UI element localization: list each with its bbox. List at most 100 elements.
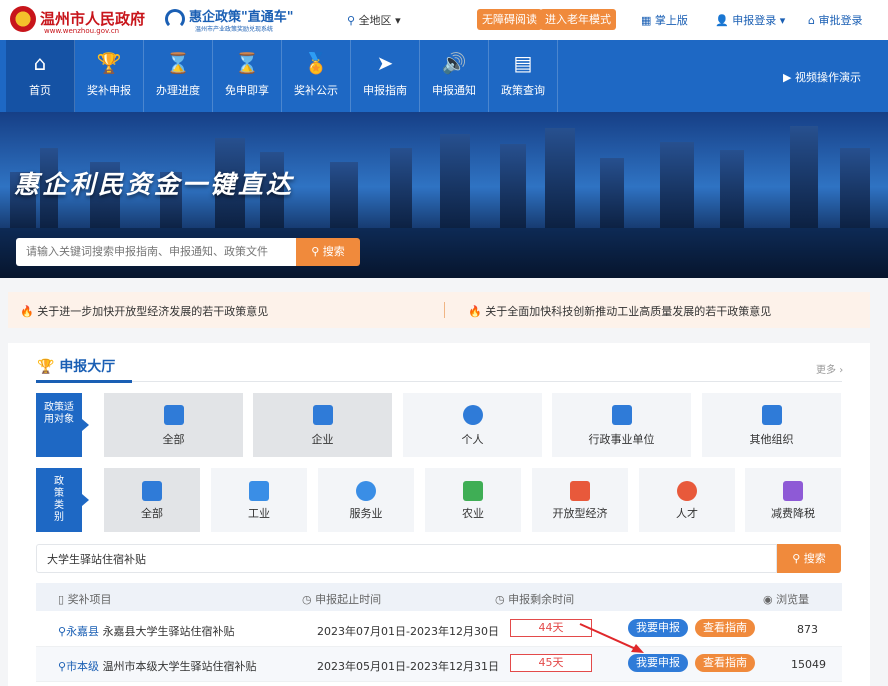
type-tile-open-economy[interactable]: 开放型经济	[532, 468, 628, 532]
brand-mark-icon	[165, 9, 185, 29]
video-demo-link[interactable]: ▶ 视频操作演示	[783, 69, 861, 85]
person-icon	[462, 405, 483, 425]
hall-title: 🏆 申报大厅	[37, 356, 115, 376]
notice-text: 关于进一步加快开放型经济发展的若干政策意见	[37, 305, 269, 318]
tile-label: 行政事业单位	[588, 433, 655, 446]
table-row[interactable]: ⚲市本级 温州市本级大学生驿站住宿补贴 2023年05月01日-2023年12月…	[36, 647, 842, 682]
eye-icon: ◉	[763, 593, 773, 606]
banner-search-button[interactable]: ⚲ 搜索	[296, 238, 360, 266]
column-label: 申报起止时间	[315, 593, 382, 606]
scope-tile-other[interactable]: 其他组织	[702, 393, 841, 457]
keyword-search-button[interactable]: ⚲ 搜索	[777, 544, 841, 573]
accessible-reading-button[interactable]: 无障碍阅读	[477, 9, 542, 30]
type-tile-agriculture[interactable]: 农业	[425, 468, 521, 532]
notice-bar: 🔥 关于进一步加快开放型经济发展的若干政策意见 🔥 关于全面加快科技创新推动工业…	[8, 292, 870, 328]
view-guide-button[interactable]: 查看指南	[695, 619, 755, 637]
column-header-views: ◉ 浏览量	[763, 591, 809, 607]
nav-label: 奖补公示	[294, 84, 338, 97]
search-icon: ⚲	[792, 552, 801, 565]
skyline-building	[840, 148, 870, 232]
more-link[interactable]: 更多 ›	[816, 361, 843, 376]
document-icon: ▤	[513, 51, 533, 75]
nav-item-progress[interactable]: ⌛ 办理进度	[144, 40, 213, 112]
tile-label: 其他组织	[749, 433, 794, 446]
login-menu[interactable]: 👤 申报登录 ▾	[715, 12, 785, 28]
nav-label: 办理进度	[156, 84, 200, 97]
project-name: 温州市本级大学生驿站住宿补贴	[102, 660, 257, 673]
nav-label: 申报指南	[363, 84, 407, 97]
building-icon	[312, 405, 333, 425]
hourglass-icon: ⌛	[165, 51, 191, 75]
type-tile-industry[interactable]: 工业	[211, 468, 307, 532]
region-tag: 永嘉县	[66, 625, 100, 638]
divider	[444, 302, 445, 318]
scope-tile-enterprise[interactable]: 企业	[253, 393, 392, 457]
project-cell[interactable]: ⚲永嘉县 永嘉县大学生驿站住宿补贴	[58, 623, 235, 639]
tile-label: 工业	[248, 507, 270, 520]
skyline-building	[790, 126, 818, 232]
period-cell: 2023年05月01日-2023年12月31日	[317, 660, 499, 673]
mobile-version-link[interactable]: ▦ 掌上版	[641, 12, 688, 28]
project-cell[interactable]: ⚲市本级 温州市本级大学生驿站住宿补贴	[58, 658, 257, 674]
clock-icon: ◷	[495, 593, 505, 606]
location-pin-icon: ⚲	[58, 625, 67, 638]
type-tile-service[interactable]: 服务业	[318, 468, 414, 532]
location-pin-icon: ⚲	[347, 14, 356, 27]
qr-code-icon: ▦	[641, 14, 652, 27]
home-icon: ⌂	[33, 51, 47, 75]
title-underline	[36, 380, 132, 383]
nav-item-publicity[interactable]: 🏅 奖补公示	[282, 40, 351, 112]
region-label: 全地区	[358, 14, 392, 27]
tile-label: 服务业	[349, 507, 383, 520]
trophy-icon: 🏆	[37, 359, 55, 375]
scope-label: 政策适用对象	[36, 393, 89, 457]
skyline-building	[390, 148, 412, 232]
type-tile-tax-relief[interactable]: 减费降税	[745, 468, 841, 532]
nav-item-guide[interactable]: ➤ 申报指南	[351, 40, 420, 112]
nav-item-exempt[interactable]: ⌛ 免申即享	[213, 40, 282, 112]
tile-label: 个人	[461, 433, 484, 446]
nav-item-policy-search[interactable]: ▤ 政策查询	[489, 40, 558, 112]
grid-icon	[142, 481, 162, 501]
chevron-down-icon: ▾	[395, 14, 401, 27]
speaker-icon: 🔊	[441, 51, 467, 75]
fire-icon: 🔥	[468, 305, 482, 318]
table-row[interactable]: ⚲永嘉县 永嘉县大学生驿站住宿补贴 2023年07月01日-2023年12月30…	[36, 612, 842, 647]
brand-subtitle: 温州市产业政策奖励兑现系统	[195, 26, 274, 33]
elder-mode-button[interactable]: 进入老年模式	[540, 9, 616, 30]
nav-label: 申报通知	[432, 84, 476, 97]
keyword-search-input[interactable]: 大学生驿站住宿补贴	[36, 544, 777, 573]
view-guide-button[interactable]: 查看指南	[695, 654, 755, 672]
type-tile-all[interactable]: 全部	[104, 468, 200, 532]
bookmark-icon: ▯	[58, 593, 65, 606]
nav-item-notice[interactable]: 🔊 申报通知	[420, 40, 489, 112]
skyline-building	[500, 144, 526, 232]
notice-text: 关于全面加快科技创新推动工业高质量发展的若干政策意见	[485, 305, 772, 318]
region-selector[interactable]: ⚲ 全地区 ▾	[347, 12, 401, 28]
views-cell: 873	[797, 623, 818, 636]
institution-icon	[611, 405, 632, 425]
column-header-project: ▯ 奖补项目	[58, 591, 112, 607]
nav-item-subsidy-apply[interactable]: 🏆 奖补申报	[75, 40, 144, 112]
notice-link[interactable]: 🔥 关于全面加快科技创新推动工业高质量发展的若干政策意见	[468, 303, 771, 319]
more-label: 更多	[816, 365, 836, 376]
period-cell: 2023年07月01日-2023年12月30日	[317, 625, 499, 638]
skyline-building	[545, 128, 575, 232]
person-badge-icon	[677, 481, 697, 501]
nav-item-home[interactable]: ⌂ 首页	[6, 40, 75, 112]
banner-search-input[interactable]	[16, 238, 296, 266]
notice-link[interactable]: 🔥 关于进一步加快开放型经济发展的若干政策意见	[20, 303, 268, 319]
scope-tile-individual[interactable]: 个人	[403, 393, 542, 457]
site-title: 温州市人民政府	[40, 10, 146, 28]
region-tag: 市本级	[66, 660, 100, 673]
tile-label: 农业	[462, 507, 484, 520]
skyline-building	[440, 134, 470, 232]
scope-tile-institution[interactable]: 行政事业单位	[552, 393, 691, 457]
chevron-down-icon: ▾	[779, 14, 786, 27]
medal-icon: 🏅	[303, 51, 329, 75]
search-icon: ⚲	[311, 245, 320, 258]
type-tile-talent[interactable]: 人才	[639, 468, 735, 532]
scope-tile-all[interactable]: 全部	[104, 393, 243, 457]
review-login-link[interactable]: ⌂ 审批登录	[808, 12, 862, 28]
arrow-shaft	[579, 623, 639, 651]
